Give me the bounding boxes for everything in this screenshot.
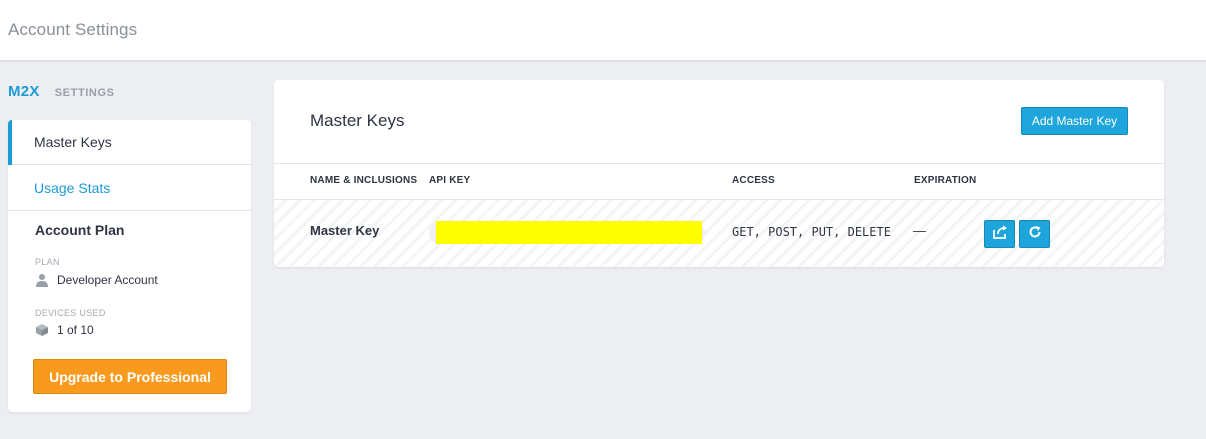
upgrade-button[interactable]: Upgrade to Professional	[33, 359, 227, 394]
key-name: Master Key	[310, 223, 380, 238]
sidebar-brand: M2X SETTINGS	[8, 83, 115, 100]
settings-sidebar: Master Keys Usage Stats Account Plan PLA…	[8, 120, 251, 412]
cube-icon	[35, 323, 49, 337]
devices-label: DEVICES USED	[35, 308, 106, 318]
share-icon	[992, 225, 1008, 244]
expiration-value: —	[913, 223, 926, 238]
page-title: Account Settings	[8, 20, 138, 39]
m2x-logo[interactable]: M2X	[8, 83, 40, 100]
sidebar-item-master-keys[interactable]: Master Keys	[8, 120, 251, 165]
add-master-key-button[interactable]: Add Master Key	[1021, 107, 1128, 135]
master-keys-card: Master Keys Add Master Key NAME & INCLUS…	[274, 80, 1164, 267]
devices-value: 1 of 10	[35, 323, 94, 337]
plan-value-text: Developer Account	[57, 273, 158, 287]
plan-label: PLAN	[35, 257, 60, 267]
sidebar-section-label: SETTINGS	[54, 87, 115, 99]
sidebar-item-usage-stats[interactable]: Usage Stats	[8, 166, 251, 211]
column-header-expiration: EXPIRATION	[914, 175, 977, 186]
regenerate-key-button[interactable]	[1019, 220, 1050, 248]
sidebar-item-label: Master Keys	[34, 134, 112, 150]
column-header-name: NAME & INCLUSIONS	[310, 175, 418, 186]
column-header-api-key: API KEY	[429, 175, 471, 186]
refresh-icon	[1028, 225, 1042, 244]
api-key-redaction	[436, 221, 702, 244]
share-key-button[interactable]	[984, 220, 1015, 248]
section-title: Master Keys	[310, 111, 405, 130]
top-bar: Account Settings	[0, 0, 1206, 61]
access-methods: GET, POST, PUT, DELETE	[732, 225, 891, 239]
sidebar-item-label: Usage Stats	[34, 180, 111, 196]
user-icon	[35, 273, 49, 287]
table-row: Master Key GET, POST, PUT, DELETE —	[274, 200, 1164, 267]
plan-value: Developer Account	[35, 273, 158, 287]
column-header-access: ACCESS	[732, 175, 775, 186]
devices-value-text: 1 of 10	[57, 323, 94, 337]
active-indicator	[8, 120, 12, 165]
account-plan-heading: Account Plan	[35, 222, 125, 238]
table-header: NAME & INCLUSIONS API KEY ACCESS EXPIRAT…	[274, 163, 1164, 200]
